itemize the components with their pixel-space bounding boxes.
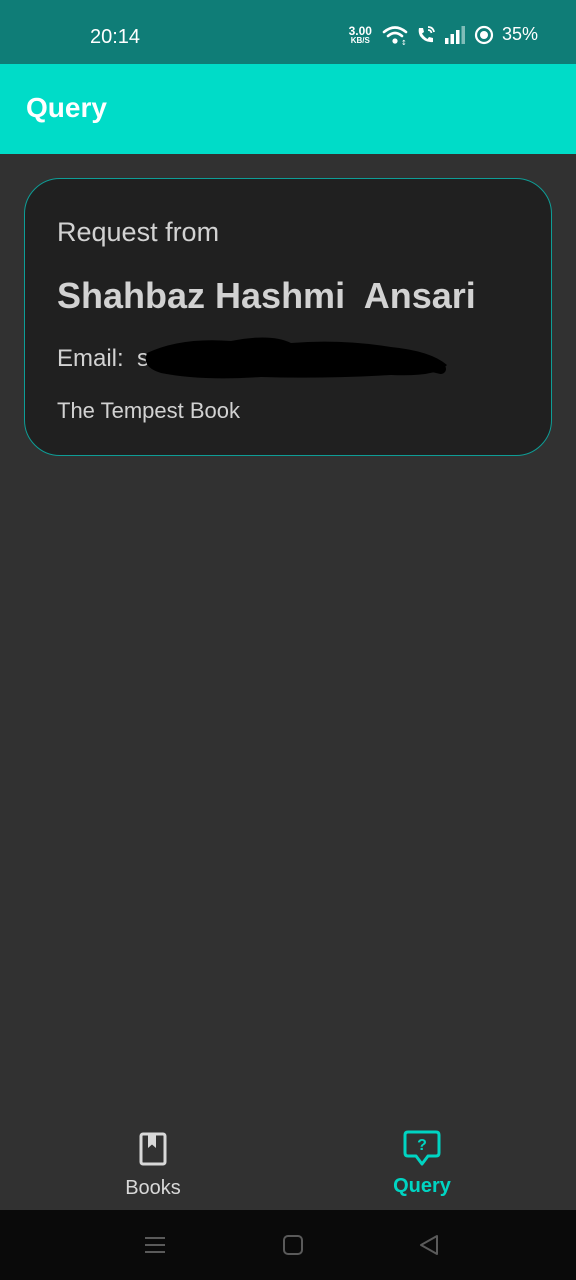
network-speed-unit: KB/S (350, 35, 370, 45)
email-label: Email: (57, 345, 124, 372)
request-card[interactable]: Request from Shahbaz Hashmi Ansari Email… (24, 178, 552, 456)
nav-books-label: Books (125, 1177, 181, 1199)
screen: 20:14 3.00 KB/S ↕ 35% Query Request from… (0, 0, 576, 1280)
redaction-scribble (145, 337, 447, 379)
status-icons: 3.00 KB/S ↕ 35% (349, 24, 538, 45)
question-bubble-icon: ? (402, 1128, 442, 1173)
network-speed-value: 3.00 (348, 23, 372, 38)
wifi-icon: ↕ (382, 25, 408, 45)
requested-book: The Tempest Book (57, 398, 241, 423)
status-time: 20:14 (90, 26, 141, 48)
nav-books[interactable]: Books (73, 1132, 233, 1200)
svg-text:?: ? (417, 1137, 427, 1154)
nav-query-label: Query (393, 1175, 451, 1197)
status-bar: 20:14 3.00 KB/S ↕ 35% (0, 0, 576, 64)
requester-email: Email: s ail.com (57, 345, 232, 373)
page-title: Query (26, 92, 107, 123)
signal-icon (444, 25, 466, 44)
bookmark-book-icon (139, 1132, 167, 1171)
battery-ring-icon (474, 25, 494, 45)
battery-percentage: 35% (501, 24, 538, 44)
wifi-call-icon (416, 25, 436, 45)
system-navigation-bar (0, 1210, 576, 1280)
menu-icon[interactable] (144, 1234, 166, 1261)
home-icon[interactable] (282, 1234, 304, 1261)
nav-query[interactable]: ? Query (342, 1128, 502, 1198)
back-icon[interactable] (418, 1234, 440, 1261)
svg-text:↕: ↕ (401, 39, 407, 45)
request-heading: Request from (57, 217, 220, 247)
app-bar: Query (0, 64, 576, 154)
requester-name: Shahbaz Hashmi Ansari (57, 275, 476, 316)
network-speed: 3.00 KB/S (349, 25, 372, 45)
bottom-navigation: Books ? Query (0, 1110, 576, 1210)
